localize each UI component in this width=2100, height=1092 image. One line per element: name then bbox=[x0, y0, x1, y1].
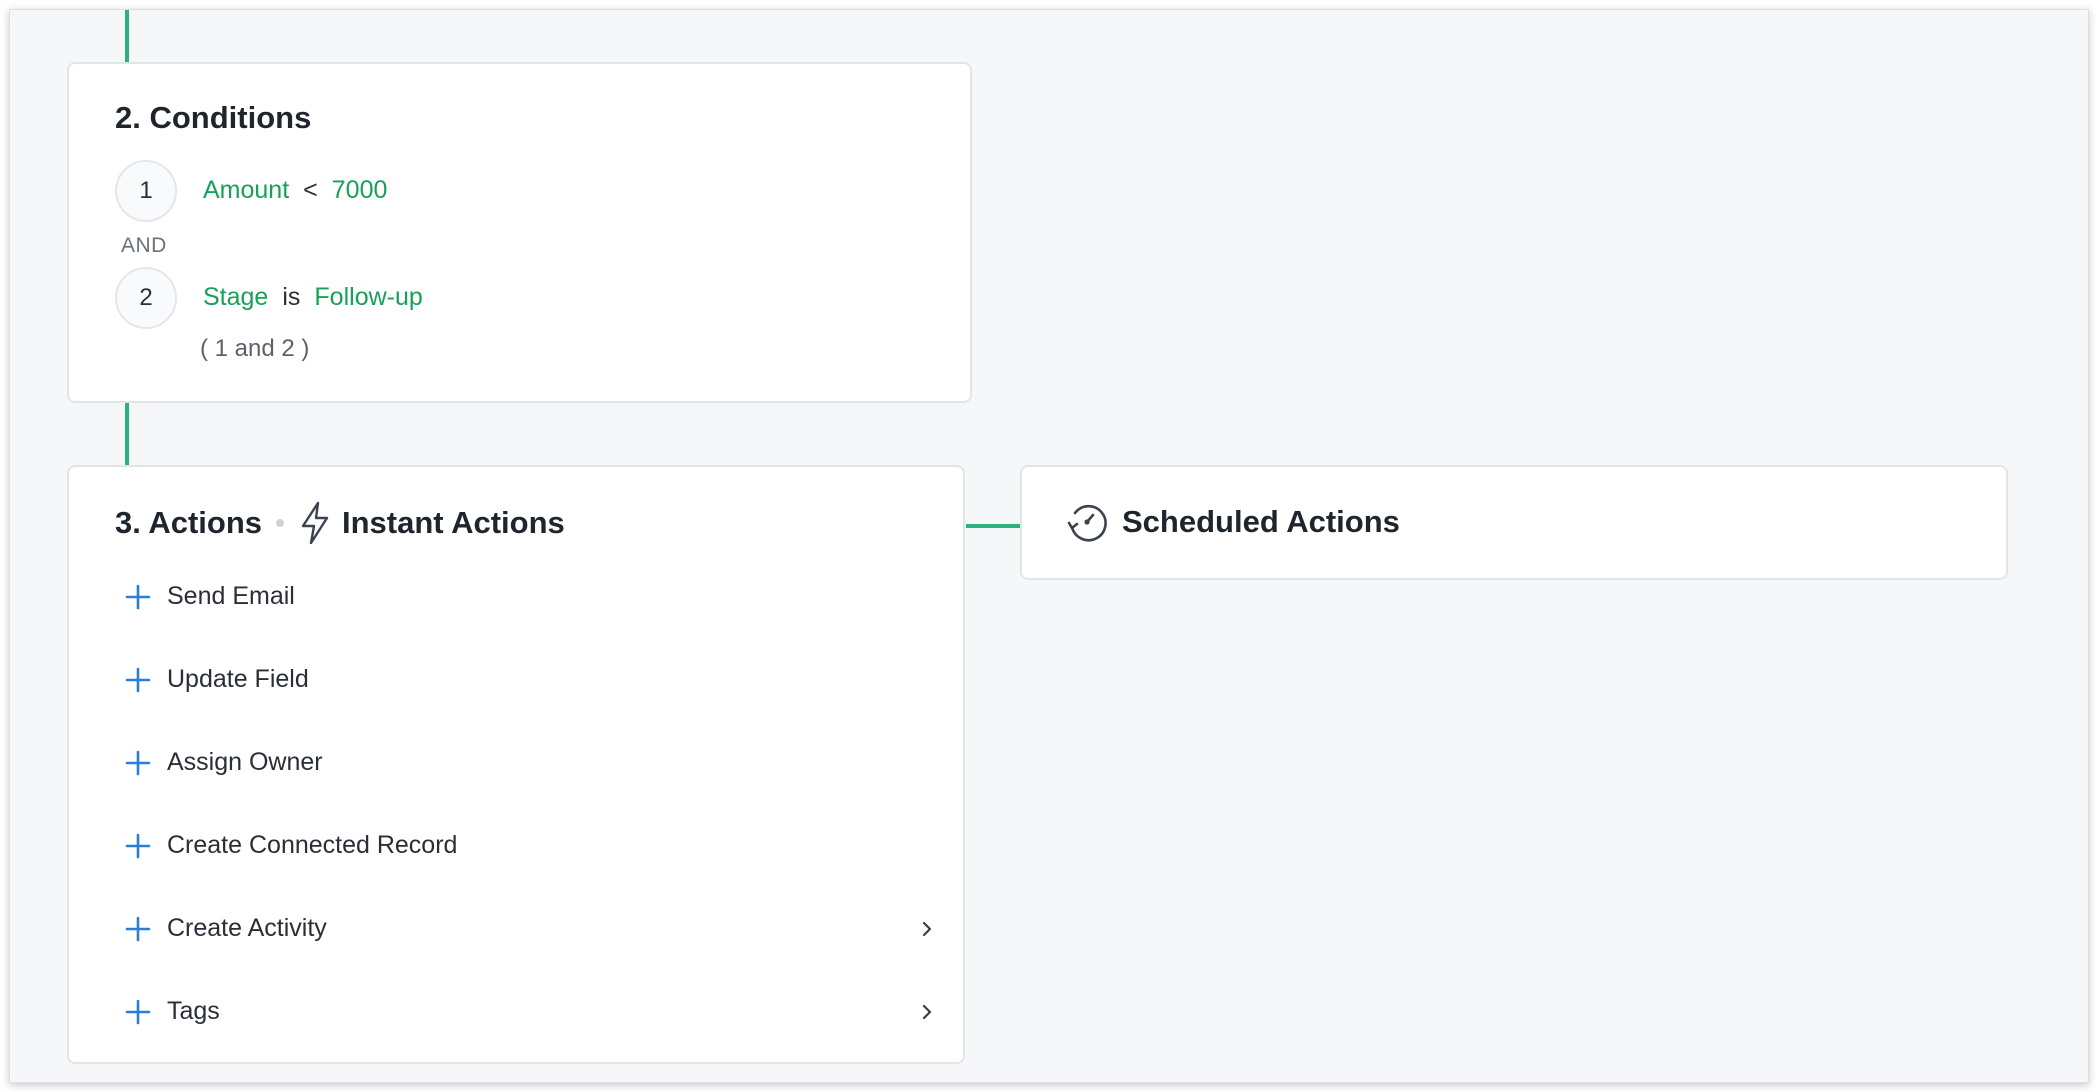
flow-connector-scheduled bbox=[966, 524, 1020, 528]
plus-icon bbox=[125, 999, 151, 1025]
condition-row-1[interactable]: Amount < 7000 bbox=[203, 176, 387, 205]
action-label: Tags bbox=[167, 997, 220, 1025]
condition-value[interactable]: Follow-up bbox=[314, 283, 422, 312]
actions-header: 3. Actions Instant Actions bbox=[115, 501, 565, 545]
condition-field[interactable]: Stage bbox=[203, 283, 268, 312]
plus-icon bbox=[125, 750, 151, 776]
action-create-activity[interactable]: Create Activity bbox=[115, 887, 935, 970]
condition-number-badge: 2 bbox=[115, 267, 177, 329]
conditions-title: 2. Conditions bbox=[115, 100, 312, 135]
conditions-card[interactable]: 2. Conditions 1 Amount < 7000 AND 2 Stag… bbox=[67, 62, 972, 403]
clock-refresh-icon bbox=[1066, 501, 1108, 543]
condition-operator: is bbox=[282, 283, 301, 311]
action-label: Send Email bbox=[167, 582, 295, 610]
flow-connector-middle bbox=[125, 403, 129, 465]
condition-joiner: AND bbox=[121, 234, 167, 257]
action-send-email[interactable]: Send Email bbox=[115, 555, 935, 638]
action-assign-owner[interactable]: Assign Owner bbox=[115, 721, 935, 804]
condition-pattern: ( 1 and 2 ) bbox=[200, 335, 310, 362]
condition-field[interactable]: Amount bbox=[203, 176, 289, 205]
plus-icon bbox=[125, 667, 151, 693]
condition-number-badge: 1 bbox=[115, 160, 177, 222]
instant-actions-title: Instant Actions bbox=[342, 505, 565, 540]
condition-row-2[interactable]: Stage is Follow-up bbox=[203, 283, 423, 312]
action-label: Create Activity bbox=[167, 914, 327, 942]
action-label: Assign Owner bbox=[167, 748, 323, 776]
separator-dot bbox=[276, 519, 284, 527]
action-label: Create Connected Record bbox=[167, 831, 458, 859]
actions-card: 3. Actions Instant Actions Send Email Up… bbox=[67, 465, 965, 1064]
workflow-canvas: 2. Conditions 1 Amount < 7000 AND 2 Stag… bbox=[9, 9, 2089, 1083]
scheduled-actions-header: Scheduled Actions bbox=[1066, 501, 1400, 543]
chevron-right-icon[interactable] bbox=[919, 921, 935, 937]
action-create-connected-record[interactable]: Create Connected Record bbox=[115, 804, 935, 887]
chevron-right-icon[interactable] bbox=[919, 1004, 935, 1020]
plus-icon bbox=[125, 833, 151, 859]
flow-connector-top bbox=[125, 10, 129, 62]
action-tags[interactable]: Tags bbox=[115, 970, 935, 1053]
scheduled-actions-title: Scheduled Actions bbox=[1122, 504, 1400, 539]
condition-operator: < bbox=[303, 176, 318, 204]
actions-title: 3. Actions bbox=[115, 505, 262, 540]
plus-icon bbox=[125, 584, 151, 610]
action-label: Update Field bbox=[167, 665, 309, 693]
scheduled-actions-card[interactable]: Scheduled Actions bbox=[1020, 465, 2008, 580]
instant-actions-list: Send Email Update Field Assign Owner Cre… bbox=[115, 555, 935, 1053]
action-update-field[interactable]: Update Field bbox=[115, 638, 935, 721]
lightning-bolt-icon bbox=[298, 501, 332, 545]
plus-icon bbox=[125, 916, 151, 942]
condition-value[interactable]: 7000 bbox=[332, 176, 388, 205]
